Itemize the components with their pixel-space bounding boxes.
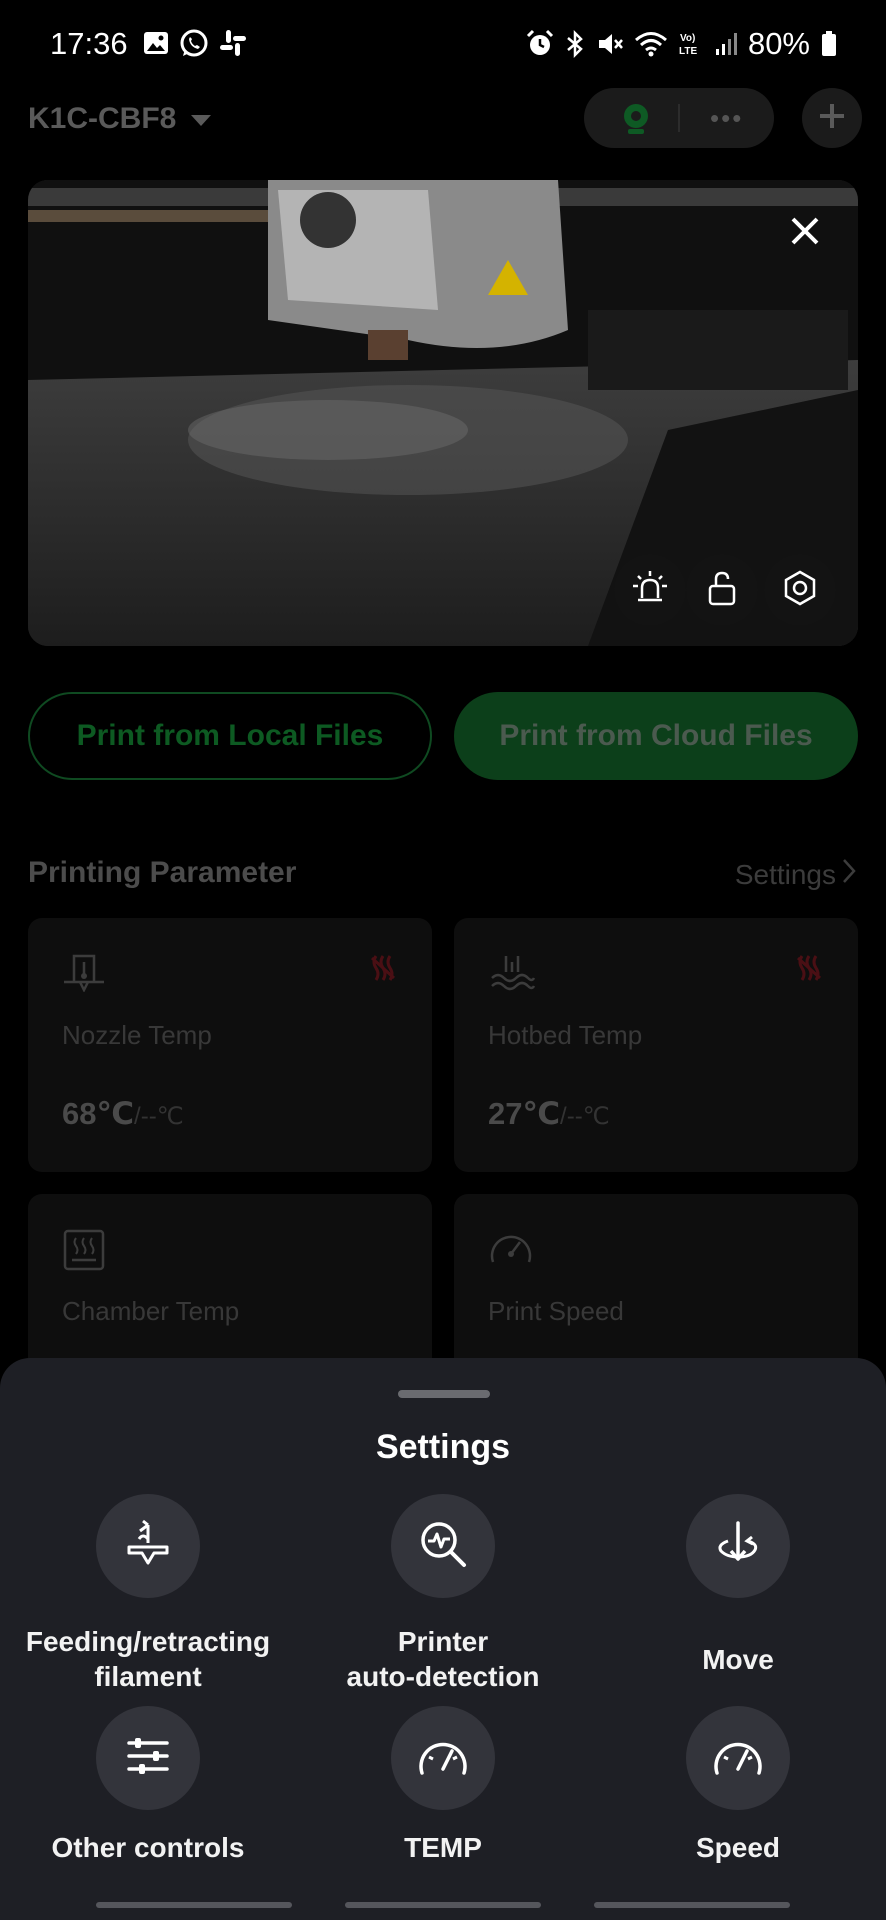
plus-icon	[817, 101, 847, 136]
system-icons: Vo) LTE 80%	[526, 26, 838, 62]
temp-button[interactable]	[391, 1706, 495, 1810]
tile-label: Other controls	[51, 1832, 245, 1863]
tile-label-line1: Printer	[397, 1626, 489, 1657]
tile-label: Move	[702, 1644, 774, 1675]
light-icon	[630, 568, 670, 613]
lock-button[interactable]	[686, 554, 758, 626]
settings-bottom-sheet: Settings Feeding/retracting filament Pri…	[0, 1358, 886, 1920]
gauge-icon	[416, 1733, 470, 1784]
hotbed-temp-card[interactable]: Hotbed Temp 27℃/--℃	[454, 918, 858, 1172]
status-bar: 17:36 Vo) LTE 80%	[0, 0, 886, 88]
camera-feed[interactable]	[28, 180, 858, 646]
card-label: Chamber Temp	[62, 1296, 240, 1326]
card-label: Print Speed	[488, 1296, 624, 1326]
card-label: Nozzle Temp	[62, 1020, 212, 1050]
move-item[interactable]: Move	[590, 1494, 886, 1675]
wifi-icon	[634, 29, 668, 59]
nav-bar-segment	[96, 1902, 292, 1908]
nav-bar-segment	[345, 1902, 541, 1908]
sliders-icon	[123, 1731, 173, 1786]
camera-settings-button[interactable]	[764, 554, 836, 626]
nav-bar-segment	[594, 1902, 790, 1908]
signal-icon	[714, 29, 738, 59]
temp-item[interactable]: TEMP	[295, 1706, 591, 1863]
battery-icon	[820, 29, 838, 59]
light-toggle-button[interactable]	[614, 554, 686, 626]
webcam-icon[interactable]	[620, 102, 652, 141]
header-pill: •••	[584, 88, 774, 148]
tile-label-line2: filament	[94, 1661, 202, 1692]
sheet-title: Settings	[375, 1428, 511, 1466]
gauge-icon	[711, 1733, 765, 1784]
tile-label: Printer auto-detection	[295, 1624, 591, 1694]
printer-selector[interactable]: K1C-CBF8	[28, 102, 212, 136]
current-temp: 27℃	[488, 1096, 561, 1131]
hexagon-settings-icon	[780, 568, 820, 613]
add-printer-button[interactable]	[802, 88, 862, 148]
close-camera-button[interactable]	[774, 202, 836, 264]
tile-label: Feeding/retracting filament	[0, 1624, 296, 1694]
chamber-icon	[62, 1228, 106, 1277]
svg-text:Vo): Vo)	[680, 33, 695, 44]
move-button[interactable]	[686, 1494, 790, 1598]
chevron-down-icon	[190, 102, 212, 136]
card-label: Hotbed Temp	[488, 1020, 643, 1050]
tile-label: TEMP	[404, 1832, 482, 1863]
feed-retract-filament-item[interactable]: Feeding/retracting filament	[0, 1494, 296, 1692]
tile-label: Speed	[695, 1832, 781, 1863]
more-icon[interactable]: •••	[710, 105, 743, 131]
volte-icon: Vo) LTE	[678, 29, 704, 59]
nozzle-icon	[62, 952, 106, 997]
whatsapp-icon	[178, 28, 210, 60]
target-temp: /--℃	[134, 1103, 184, 1130]
bluetooth-icon	[564, 29, 586, 59]
move-icon	[711, 1517, 765, 1576]
settings-link[interactable]: Settings	[735, 858, 856, 891]
other-controls-button[interactable]	[96, 1706, 200, 1810]
speed-button[interactable]	[686, 1706, 790, 1810]
feed-retract-button[interactable]	[96, 1494, 200, 1598]
slack-icon	[218, 28, 248, 60]
nozzle-temp-card[interactable]: Nozzle Temp 68℃/--℃	[28, 918, 432, 1172]
tile-label-line2: auto-detection	[346, 1661, 540, 1692]
settings-link-label: Settings	[734, 858, 836, 890]
chevron-right-icon	[842, 858, 856, 891]
heating-off-icon	[796, 954, 822, 987]
current-temp: 68℃	[62, 1096, 135, 1131]
speedometer-icon	[488, 1228, 534, 1273]
hotbed-icon	[488, 952, 536, 997]
auto-detection-button[interactable]	[391, 1494, 495, 1598]
printer-name: K1C-CBF8	[28, 102, 177, 135]
heating-off-icon	[370, 954, 396, 987]
svg-text:LTE: LTE	[679, 46, 697, 57]
status-time: 17:36	[50, 26, 128, 61]
print-local-button[interactable]: Print from Local Files	[28, 692, 432, 780]
divider	[678, 104, 680, 132]
auto-detection-icon	[416, 1517, 470, 1576]
alarm-icon	[526, 29, 554, 59]
close-icon	[790, 216, 820, 251]
sheet-drag-handle[interactable]	[398, 1390, 490, 1398]
print-cloud-button[interactable]: Print from Cloud Files	[454, 692, 858, 780]
unlock-icon	[702, 568, 742, 613]
card-value: 68℃/--℃	[62, 1096, 184, 1132]
notification-icons	[142, 28, 248, 60]
section-title: Printing Parameter	[28, 856, 297, 889]
tile-label-line1: Feeding/retracting	[25, 1626, 271, 1657]
filament-feed-icon	[121, 1517, 175, 1576]
gallery-icon	[142, 28, 170, 60]
printer-auto-detection-item[interactable]: Printer auto-detection	[295, 1494, 591, 1692]
target-temp: /--℃	[560, 1103, 610, 1130]
speed-item[interactable]: Speed	[590, 1706, 886, 1863]
mute-icon	[596, 29, 624, 59]
card-value: 27℃/--℃	[488, 1096, 610, 1132]
other-controls-item[interactable]: Other controls	[0, 1706, 296, 1863]
battery-percent: 80%	[747, 26, 810, 61]
